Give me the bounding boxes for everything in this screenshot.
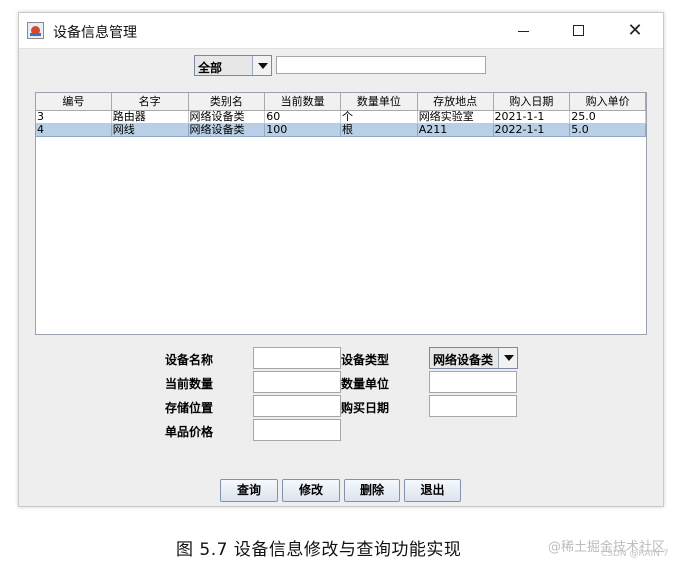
- column-header-date[interactable]: 购入日期: [494, 93, 571, 111]
- device-name-input[interactable]: [253, 347, 341, 369]
- delete-button[interactable]: 删除: [344, 479, 400, 502]
- quantity-unit-input[interactable]: [429, 371, 517, 393]
- modify-button[interactable]: 修改: [282, 479, 340, 502]
- device-type-label: 设备类型: [341, 353, 390, 367]
- table-cell: 3: [36, 111, 112, 124]
- table-row-selected[interactable]: 4 网线 网络设备类 100 根 A211 2022-1-1 5.0: [36, 124, 646, 137]
- query-button[interactable]: 查询: [220, 479, 278, 502]
- column-header-unit[interactable]: 数量单位: [341, 93, 418, 111]
- device-name-label: 设备名称: [165, 353, 214, 367]
- table-header: 编号 名字 类别名 当前数量 数量单位 存放地点 购入日期 购入单价: [36, 93, 646, 111]
- minimize-button[interactable]: [503, 18, 543, 44]
- exit-button[interactable]: 退出: [404, 479, 461, 502]
- table-cell: 60: [265, 111, 341, 124]
- column-header-location[interactable]: 存放地点: [418, 93, 494, 111]
- storage-location-label: 存储位置: [165, 401, 214, 415]
- quantity-unit-label: 数量单位: [341, 377, 390, 391]
- table-cell: 25.0: [570, 111, 646, 124]
- equipment-table[interactable]: 编号 名字 类别名 当前数量 数量单位 存放地点 购入日期 购入单价 3 路由器…: [35, 92, 647, 335]
- table-cell: 5.0: [570, 124, 646, 137]
- table-cell: 路由器: [111, 111, 189, 124]
- maximize-icon: [573, 25, 584, 36]
- table-row[interactable]: 3 路由器 网络设备类 60 个 网络实验室 2021-1-1 25.0: [36, 111, 646, 124]
- column-header-quantity[interactable]: 当前数量: [265, 93, 341, 111]
- table-cell: 网线: [111, 124, 189, 137]
- search-input[interactable]: [276, 56, 486, 74]
- window-title: 设备信息管理: [53, 25, 137, 41]
- unit-price-input[interactable]: [253, 419, 341, 441]
- table-cell: 4: [36, 124, 112, 137]
- table-cell: 2021-1-1: [493, 111, 571, 124]
- quantity-label: 当前数量: [165, 377, 214, 391]
- device-type-value: 网络设备类: [433, 353, 494, 367]
- unit-price-label: 单品价格: [165, 425, 214, 439]
- column-header-id[interactable]: 编号: [36, 93, 112, 111]
- close-button[interactable]: ✕: [615, 18, 655, 44]
- java-app-icon: [27, 22, 44, 39]
- category-filter-value: 全部: [198, 61, 223, 75]
- purchase-date-label: 购买日期: [341, 401, 390, 415]
- device-type-select[interactable]: 网络设备类: [429, 347, 518, 369]
- figure-caption: 图 5.7 设备信息修改与查询功能实现: [176, 540, 462, 560]
- title-bar[interactable]: 设备信息管理 ✕: [19, 13, 663, 49]
- table-cell: 网络设备类: [188, 124, 266, 137]
- close-icon: ✕: [627, 20, 643, 41]
- column-header-name[interactable]: 名字: [112, 93, 189, 111]
- table-cell: 网络实验室: [417, 111, 494, 124]
- column-header-category[interactable]: 类别名: [189, 93, 266, 111]
- chevron-down-icon[interactable]: [252, 56, 271, 75]
- watermark-csdn: CSDN @RAIN 7: [601, 549, 669, 559]
- purchase-date-input[interactable]: [429, 395, 517, 417]
- table-cell: 个: [341, 111, 418, 124]
- table-cell: 根: [341, 124, 418, 137]
- maximize-button[interactable]: [559, 18, 599, 44]
- table-cell: 100: [265, 124, 341, 137]
- column-header-price[interactable]: 购入单价: [570, 93, 646, 111]
- app-window: 设备信息管理 ✕ 全部 编号 名字 类别名 当前数量 数量单位 存放地点 购入日…: [18, 12, 664, 507]
- chevron-down-icon[interactable]: [498, 348, 517, 368]
- category-filter-select[interactable]: 全部: [194, 55, 272, 76]
- table-cell: A211: [417, 124, 494, 137]
- table-cell: 2022-1-1: [493, 124, 571, 137]
- storage-location-input[interactable]: [253, 395, 341, 417]
- minimize-icon: [518, 31, 529, 32]
- table-cell: 网络设备类: [188, 111, 266, 124]
- quantity-input[interactable]: [253, 371, 341, 393]
